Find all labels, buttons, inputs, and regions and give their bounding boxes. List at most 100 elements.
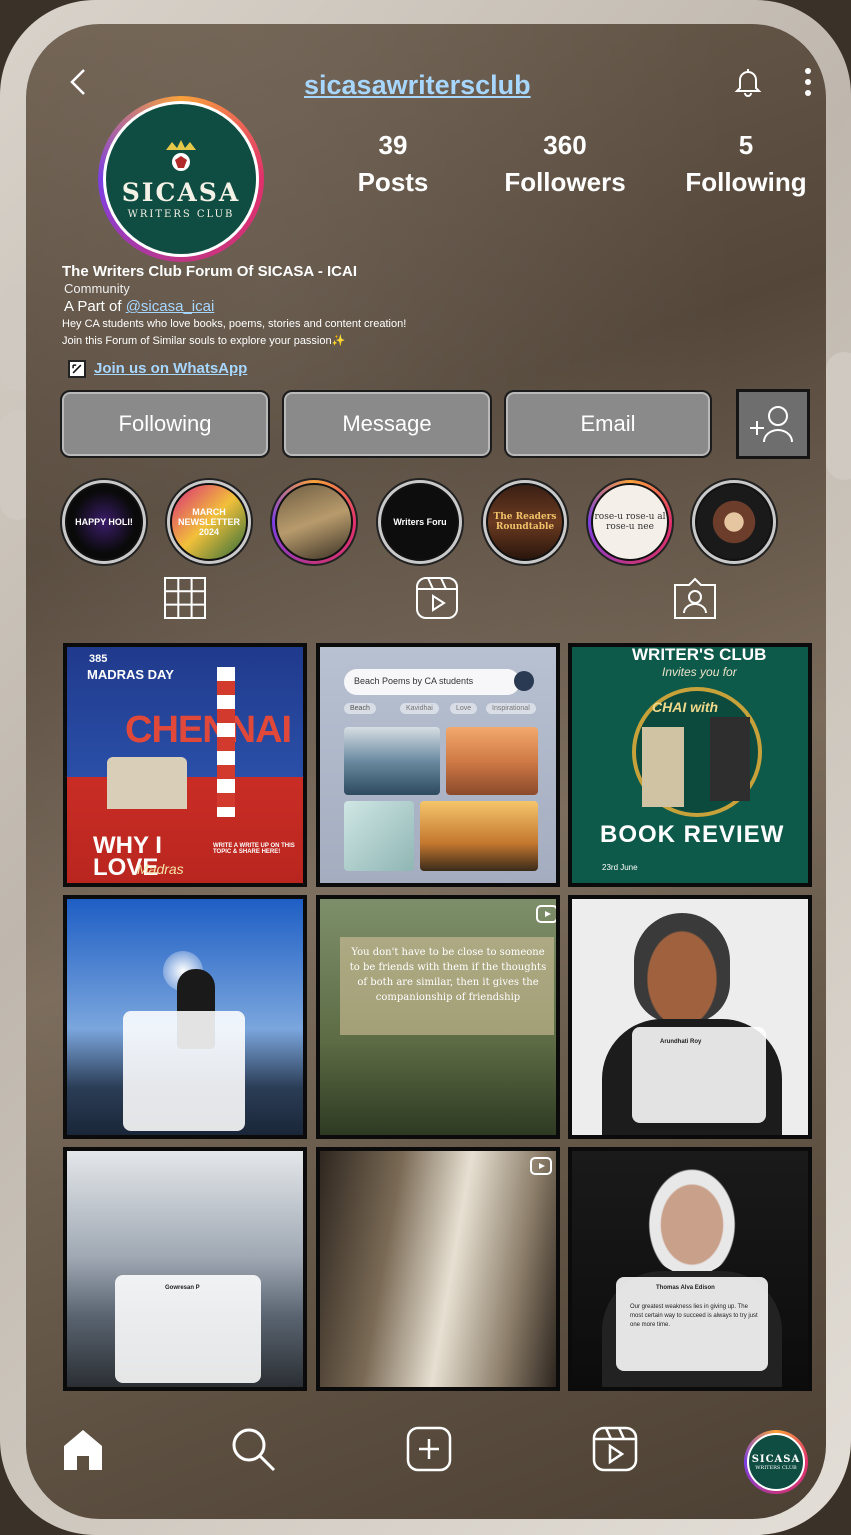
post-thumbnail[interactable]: WRITER'S CLUB Invites you for CHAI with … xyxy=(568,643,812,887)
bio-line: Hey CA students who love books, poems, s… xyxy=(62,318,407,330)
post-search-icon xyxy=(514,671,534,691)
stat-label: Following xyxy=(685,167,807,197)
post-text: BOOK REVIEW xyxy=(600,821,785,848)
post-thumbnail[interactable]: Gowresan P xyxy=(63,1147,307,1391)
building-image xyxy=(107,757,187,809)
beach-photo xyxy=(344,727,440,795)
logo-subtext: WRITERS CLUB xyxy=(127,209,235,220)
message-button[interactable]: Message xyxy=(282,390,492,458)
reel-badge-icon xyxy=(536,905,556,923)
email-button[interactable]: Email xyxy=(504,390,712,458)
profile-affiliation: A Part of @sicasa_icai xyxy=(64,298,214,315)
post-chip: Kavidhai xyxy=(400,703,439,714)
stat-value: 39 xyxy=(378,130,408,160)
highlight-cover: HAPPY HOLI! xyxy=(65,483,143,561)
story-highlight[interactable]: The Readers Roundtable xyxy=(481,478,569,566)
beach-photo xyxy=(446,727,538,795)
stat-value: 5 xyxy=(738,130,754,160)
post-thumbnail[interactable]: You don't have to be close to someone to… xyxy=(316,895,560,1139)
story-highlight[interactable]: MARCH NEWSLETTER 2024 xyxy=(165,478,253,566)
search-icon[interactable] xyxy=(230,1426,276,1472)
profile-avatar[interactable]: SICASA WRITERS CLUB xyxy=(98,96,264,262)
portrait-face xyxy=(634,913,730,1023)
post-text: Beach Poems by CA students xyxy=(354,676,474,686)
highlight-cover xyxy=(275,483,353,561)
quote-card xyxy=(115,1275,261,1383)
logo-subtext: WRITERS CLUB xyxy=(755,1464,797,1471)
post-text: CHENNAI xyxy=(125,709,292,751)
stat-label: Posts xyxy=(357,167,429,197)
highlight-cover: Writers Foru xyxy=(381,483,459,561)
story-highlight[interactable] xyxy=(690,478,778,566)
reels-icon[interactable] xyxy=(592,1426,638,1472)
highlight-cover xyxy=(695,483,773,561)
post-text: 385 xyxy=(89,653,108,665)
logo-text: SICASA xyxy=(121,178,241,207)
highlight-cover: The Readers Roundtable xyxy=(486,483,564,561)
post-text: You don't have to be close to someone to… xyxy=(349,947,547,1003)
post-text: MADRAS DAY xyxy=(87,667,174,682)
post-text: Gowresan P xyxy=(165,1285,200,1291)
post-thumbnail[interactable]: Arundhati Roy xyxy=(568,895,812,1139)
story-highlight[interactable]: Writers Foru xyxy=(376,478,464,566)
post-chip: Inspirational xyxy=(486,703,536,714)
stat-following[interactable]: 5 Following xyxy=(676,130,816,198)
beach-photo xyxy=(420,801,538,871)
bio-line: Join this Forum of Similar souls to expl… xyxy=(62,335,346,347)
device-side-button xyxy=(826,352,851,480)
post-thumbnail[interactable]: Beach Poems by CA students Beach Kavidha… xyxy=(316,643,560,887)
stat-followers[interactable]: 360 Followers xyxy=(495,130,635,198)
profile-username[interactable]: sicasawritersclub xyxy=(304,70,531,101)
post-text: CHAI with xyxy=(652,699,719,715)
post-text: Our greatest weakness lies in giving up.… xyxy=(630,1304,758,1328)
post-text: Madras xyxy=(137,861,184,877)
post-thumbnail[interactable] xyxy=(63,895,307,1139)
following-button[interactable]: Following xyxy=(60,390,270,458)
reels-icon[interactable] xyxy=(416,577,458,619)
reel-badge-icon xyxy=(530,1157,552,1175)
more-options-icon[interactable] xyxy=(800,66,816,98)
story-highlight[interactable] xyxy=(270,478,358,566)
post-text: Invites you for xyxy=(662,665,737,679)
book-cover xyxy=(642,727,684,807)
back-icon[interactable] xyxy=(66,66,94,98)
post-text: 23rd June xyxy=(602,863,638,872)
grid-icon[interactable] xyxy=(164,577,206,619)
stat-posts[interactable]: 39 Posts xyxy=(343,130,443,198)
lighthouse-image xyxy=(217,667,235,817)
whatsapp-link[interactable]: Join us on WhatsApp xyxy=(94,360,247,377)
logo-text: SICASA xyxy=(751,1453,801,1465)
highlight-cover: MARCH NEWSLETTER 2024 xyxy=(170,483,248,561)
add-user-icon xyxy=(750,406,793,443)
post-text: Arundhati Roy xyxy=(660,1039,702,1045)
stat-value: 360 xyxy=(543,130,587,160)
post-chip: Love xyxy=(450,703,478,714)
post-thumbnail[interactable] xyxy=(316,1147,560,1391)
profile-name: The Writers Club Forum Of SICASA - ICAI xyxy=(62,263,358,280)
book-cover xyxy=(710,717,750,801)
quote-card xyxy=(123,1011,245,1131)
profile-tab-avatar[interactable]: SICASA WRITERS CLUB xyxy=(744,1430,808,1494)
post-chip: Beach xyxy=(344,703,376,714)
post-text: WRITER'S CLUB xyxy=(632,645,767,664)
post-thumbnail[interactable]: 385 MADRAS DAY CHENNAI WHY I LOVE Madras… xyxy=(63,643,307,887)
beach-photo xyxy=(344,801,414,871)
link-icon xyxy=(68,360,86,378)
portrait-face xyxy=(644,1163,740,1275)
highlight-cover: rose-u rose-u al rose-u nee xyxy=(591,483,669,561)
story-highlight[interactable]: HAPPY HOLI! xyxy=(60,478,148,566)
affiliation-prefix: A Part of xyxy=(64,298,126,315)
bell-icon[interactable] xyxy=(732,66,764,98)
home-icon[interactable] xyxy=(60,1426,106,1472)
post-thumbnail[interactable]: Thomas Alva Edison Our greatest weakness… xyxy=(568,1147,812,1391)
add-user-button[interactable] xyxy=(736,389,810,459)
post-text: WRITE A WRITE UP ON THIS TOPIC & SHARE H… xyxy=(213,843,295,855)
create-icon[interactable] xyxy=(406,1426,452,1472)
story-highlight[interactable]: rose-u rose-u al rose-u nee xyxy=(586,478,674,566)
affiliation-link[interactable]: @sicasa_icai xyxy=(126,298,215,315)
crown-crest-icon xyxy=(166,140,196,171)
profile-category: Community xyxy=(64,281,130,296)
stat-label: Followers xyxy=(504,167,626,197)
post-text: Thomas Alva Edison xyxy=(656,1285,715,1291)
tagged-icon[interactable] xyxy=(674,577,716,619)
